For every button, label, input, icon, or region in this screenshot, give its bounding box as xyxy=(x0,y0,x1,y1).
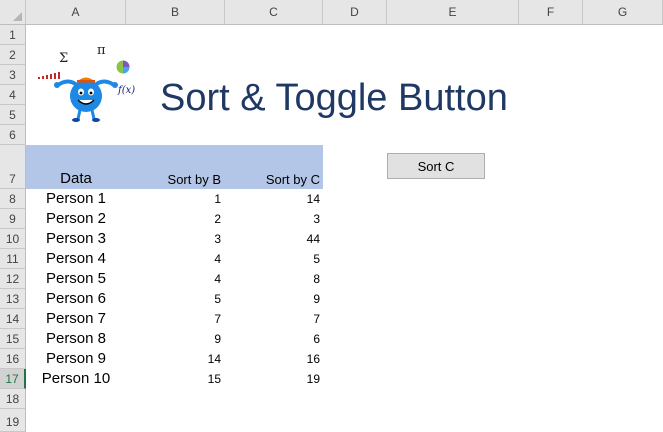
column-header-a[interactable]: A xyxy=(26,0,126,25)
row-header[interactable]: 12 xyxy=(0,269,26,289)
cell-person-name[interactable]: Person 10 xyxy=(26,370,126,387)
row-header[interactable]: 14 xyxy=(0,309,26,329)
row-header-active[interactable]: 17 xyxy=(0,369,26,389)
header-sort-by-b: Sort by B xyxy=(167,172,221,187)
sigma-icon: Σ xyxy=(59,51,68,66)
bar-chart-icon xyxy=(38,72,60,79)
cell-sort-by-b[interactable]: 15 xyxy=(126,372,221,386)
cell-sort-by-b[interactable]: 4 xyxy=(126,272,221,286)
cell-sort-by-b[interactable]: 14 xyxy=(126,352,221,366)
column-header-d[interactable]: D xyxy=(323,0,387,25)
header-sort-by-c: Sort by C xyxy=(265,172,320,187)
cell-person-name[interactable]: Person 9 xyxy=(26,350,126,367)
sort-c-button[interactable]: Sort C xyxy=(387,153,485,179)
row-header[interactable]: 16 xyxy=(0,349,26,369)
row-header[interactable]: 15 xyxy=(0,329,26,349)
cell-person-name[interactable]: Person 6 xyxy=(26,290,126,307)
math-mascot-clipart: Σ π f(x) xyxy=(38,43,135,122)
cell-sort-by-b[interactable]: 4 xyxy=(126,252,221,266)
row-header[interactable]: 8 xyxy=(0,189,26,209)
cell-sort-by-b[interactable]: 9 xyxy=(126,332,221,346)
cell-sort-by-c[interactable]: 7 xyxy=(225,312,320,326)
select-all-corner[interactable] xyxy=(0,0,26,25)
header-data: Data xyxy=(60,170,92,187)
cell-person-name[interactable]: Person 2 xyxy=(26,210,126,227)
cell-sort-by-c[interactable]: 14 xyxy=(225,192,320,206)
row-header[interactable]: 1 xyxy=(0,25,26,45)
cell-person-name[interactable]: Person 4 xyxy=(26,250,126,267)
cell-person-name[interactable]: Person 7 xyxy=(26,310,126,327)
cell-sort-by-b[interactable]: 7 xyxy=(126,312,221,326)
row-header[interactable]: 10 xyxy=(0,229,26,249)
column-header-c[interactable]: C xyxy=(225,0,323,25)
cell-sort-by-c[interactable]: 44 xyxy=(225,232,320,246)
cell-sort-by-b[interactable]: 2 xyxy=(126,212,221,226)
row-header[interactable]: 4 xyxy=(0,85,26,105)
cell-person-name[interactable]: Person 8 xyxy=(26,330,126,347)
cell-sort-by-b[interactable]: 1 xyxy=(126,192,221,206)
row-header[interactable]: 2 xyxy=(0,45,26,65)
row-header[interactable]: 9 xyxy=(0,209,26,229)
cell-person-name[interactable]: Person 3 xyxy=(26,230,126,247)
row-header[interactable]: 13 xyxy=(0,289,26,309)
cell-sort-by-c[interactable]: 9 xyxy=(225,292,320,306)
row-header[interactable]: 5 xyxy=(0,105,26,125)
mascot-icon xyxy=(54,77,118,122)
cell-sort-by-c[interactable]: 3 xyxy=(225,212,320,226)
column-header-b[interactable]: B xyxy=(126,0,225,25)
cell-sort-by-c[interactable]: 5 xyxy=(225,252,320,266)
page-title: Sort & Toggle Button xyxy=(160,77,508,119)
row-header[interactable]: 7 xyxy=(0,145,26,189)
pie-chart-icon xyxy=(116,60,130,74)
column-header-g[interactable]: G xyxy=(583,0,663,25)
svg-text:π: π xyxy=(97,43,106,58)
cell-sort-by-c[interactable]: 19 xyxy=(225,372,320,386)
cell-sort-by-b[interactable]: 5 xyxy=(126,292,221,306)
cell-sort-by-c[interactable]: 6 xyxy=(225,332,320,346)
cell-sort-by-c[interactable]: 8 xyxy=(225,272,320,286)
cell-person-name[interactable]: Person 5 xyxy=(26,270,126,287)
cell-sort-by-c[interactable]: 16 xyxy=(225,352,320,366)
row-header[interactable]: 6 xyxy=(0,125,26,145)
column-header-e[interactable]: E xyxy=(387,0,519,25)
cell-sort-by-b[interactable]: 3 xyxy=(126,232,221,246)
svg-text:f(x): f(x) xyxy=(117,85,135,96)
column-header-f[interactable]: F xyxy=(519,0,583,25)
svg-text:Σ: Σ xyxy=(59,51,68,66)
row-header[interactable]: 3 xyxy=(0,65,26,85)
row-header[interactable]: 11 xyxy=(0,249,26,269)
row-header[interactable]: 18 xyxy=(0,389,26,409)
row-header[interactable]: 19 xyxy=(0,409,26,432)
spreadsheet: A B C D E F G 1 2 3 4 5 6 7 8 9 10 11 12… xyxy=(0,0,663,432)
cell-person-name[interactable]: Person 1 xyxy=(26,190,126,207)
function-icon: f(x) xyxy=(117,85,135,96)
pi-icon: π xyxy=(97,43,106,58)
